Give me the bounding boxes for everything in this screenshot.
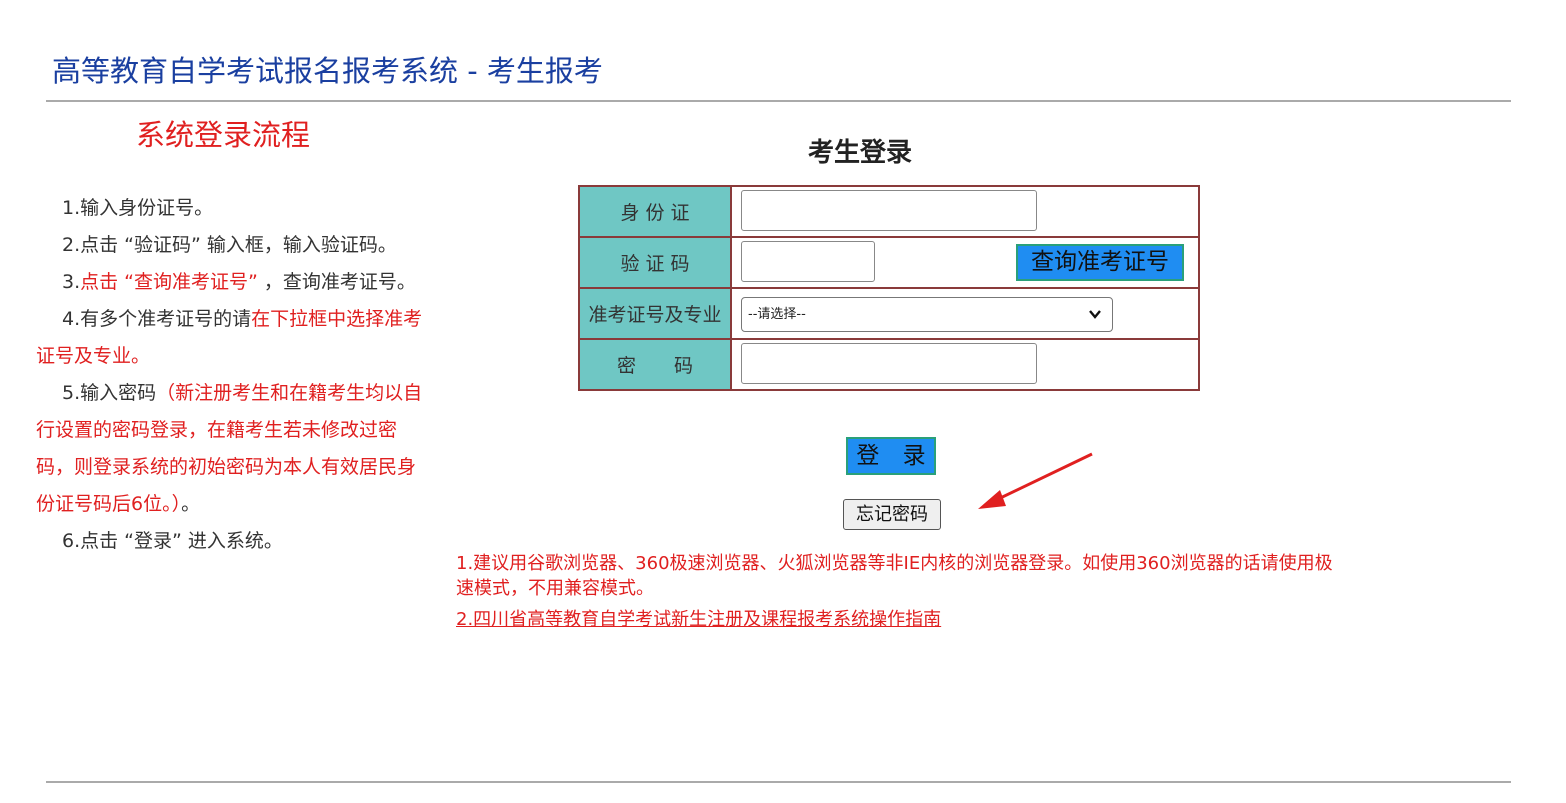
step-3: 3.点击 “查询准考证号” ，查询准考证号。 xyxy=(36,264,426,301)
captcha-input[interactable] xyxy=(741,241,875,282)
guide-link[interactable]: 2.四川省高等教育自学考试新生注册及课程报考系统操作指南 xyxy=(456,607,941,632)
id-cell xyxy=(730,185,1200,238)
red-arrow-icon xyxy=(978,452,1093,509)
top-divider xyxy=(46,100,1511,102)
code-label: 验 证 码 xyxy=(578,236,732,289)
chevron-down-icon xyxy=(1088,298,1102,342)
code-row: 验 证 码 查询准考证号 xyxy=(578,236,1200,289)
note-browser: 1.建议用谷歌浏览器、360极速浏览器、火狐浏览器等非IE内核的浏览器登录。如使… xyxy=(456,553,1333,599)
id-card-input[interactable] xyxy=(741,190,1037,231)
step-5: 5.输入密码（新注册考生和在籍考生均以自行设置的密码登录，在籍考生若未修改过密码… xyxy=(36,375,426,523)
step-4-prefix: 4.有多个准考证号的请 xyxy=(62,308,252,330)
bottom-divider xyxy=(46,781,1511,783)
query-exam-number-button[interactable]: 查询准考证号 xyxy=(1016,244,1184,281)
login-title: 考生登录 xyxy=(808,138,913,168)
exam-number-selected: --请选择-- xyxy=(748,307,806,322)
step-3-prefix: 3. xyxy=(62,271,81,293)
procedure-steps: 1.输入身份证号。 2.点击 “验证码” 输入框，输入验证码。 3.点击 “查询… xyxy=(36,190,426,560)
step-4: 4.有多个准考证号的请在下拉框中选择准考证号及专业。 xyxy=(36,301,426,375)
password-row: 密 码 xyxy=(578,338,1200,391)
step-6: 6.点击 “登录” 进入系统。 xyxy=(62,530,283,552)
step-5-suffix: 。 xyxy=(181,493,201,515)
password-cell xyxy=(730,338,1200,391)
step-2: 2.点击 “验证码” 输入框，输入验证码。 xyxy=(62,234,397,256)
step-3-suffix: ，查询准考证号。 xyxy=(257,271,416,293)
id-row: 身 份 证 xyxy=(578,185,1200,238)
notes: 1.建议用谷歌浏览器、360极速浏览器、火狐浏览器等非IE内核的浏览器登录。如使… xyxy=(456,551,1336,632)
page-title: 高等教育自学考试报名报考系统 - 考生报考 xyxy=(52,54,603,88)
login-form: 身 份 证 验 证 码 查询准考证号 准考证号及专业 --请选择-- 密 码 xyxy=(578,185,1200,391)
forgot-password-button[interactable]: 忘记密码 xyxy=(843,499,941,530)
id-label: 身 份 证 xyxy=(578,185,732,238)
password-label: 密 码 xyxy=(578,338,732,391)
exam-number-select[interactable]: --请选择-- xyxy=(741,297,1113,332)
login-button[interactable]: 登 录 xyxy=(846,437,936,475)
code-cell: 查询准考证号 xyxy=(730,236,1200,289)
page: 高等教育自学考试报名报考系统 - 考生报考 系统登录流程 1.输入身份证号。 2… xyxy=(0,0,1566,803)
password-input[interactable] xyxy=(741,343,1037,384)
procedure-title: 系统登录流程 xyxy=(136,118,311,152)
step-3-highlight: 点击 “查询准考证号” xyxy=(80,271,258,293)
exam-row: 准考证号及专业 --请选择-- xyxy=(578,287,1200,340)
step-5-prefix: 5.输入密码 xyxy=(62,382,157,404)
exam-cell: --请选择-- xyxy=(730,287,1200,340)
exam-label: 准考证号及专业 xyxy=(578,287,732,340)
step-1: 1.输入身份证号。 xyxy=(62,197,214,219)
